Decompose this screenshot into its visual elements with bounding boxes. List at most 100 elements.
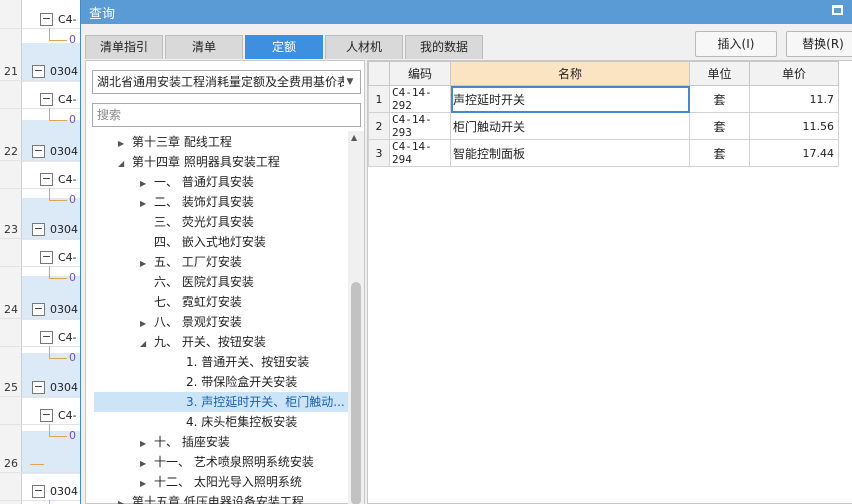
expand-arrow-icon[interactable]: ▶ (140, 254, 154, 274)
expand-arrow-icon[interactable]: ▶ (140, 194, 154, 214)
collapse-icon[interactable]: − (32, 381, 45, 394)
quota-library-select[interactable]: 湖北省通用安装工程消耗量定额及全费用基价表 ▼ (92, 70, 361, 94)
collapse-icon[interactable]: − (40, 93, 53, 106)
tab-quota[interactable]: 定额 (245, 35, 323, 59)
code-column-header[interactable]: 编码 (389, 61, 451, 86)
code-cell[interactable]: C4-14-292 (389, 85, 451, 113)
expand-arrow-icon[interactable]: ▶ (118, 494, 132, 504)
tab-my-data[interactable]: 我的数据 (405, 35, 483, 59)
tree-node[interactable]: 七、 霓虹灯安装 (140, 292, 242, 312)
collapse-icon[interactable]: − (40, 331, 53, 344)
tree-node[interactable]: ▶ 十二、 太阳光导入照明系统 (140, 472, 302, 492)
tree-node[interactable]: 1. 普通开关、按钮安装 (172, 352, 309, 372)
tree-node[interactable]: ◢ 第十四章 照明器具安装工程 (118, 152, 280, 172)
tree-scrollbar[interactable]: ▲ (348, 131, 364, 504)
collapse-icon[interactable]: − (40, 409, 53, 422)
collapse-icon[interactable]: − (32, 145, 45, 158)
tab-bill[interactable]: 清单 (165, 35, 243, 59)
scroll-up-icon[interactable]: ▲ (351, 133, 357, 142)
tree-node[interactable]: 四、 嵌入式地灯安装 (140, 232, 266, 252)
tree-node[interactable]: 六、 医院灯具安装 (140, 272, 254, 292)
collapse-icon[interactable]: − (32, 65, 45, 78)
name-cell[interactable]: 声控延时开关 (450, 85, 690, 113)
name-cell[interactable]: 智能控制面板 (450, 139, 690, 167)
collapse-icon[interactable]: − (40, 13, 53, 26)
row-code: C4- (58, 409, 77, 422)
tree-node[interactable]: ▶ 第十三章 配线工程 (118, 132, 232, 152)
expand-arrow-icon[interactable]: ▶ (140, 434, 154, 454)
name-column-header[interactable]: 名称 (450, 61, 690, 86)
search-input[interactable] (92, 103, 361, 127)
row-code: 0304 (50, 381, 78, 394)
tree-node[interactable]: 4. 床头柜集控板安装 (172, 412, 297, 432)
tree-node[interactable]: ▶ 二、 装饰灯具安装 (140, 192, 254, 212)
name-cell[interactable]: 柜门触动开关 (450, 112, 690, 140)
unit-cell[interactable]: 套 (689, 85, 750, 113)
collapse-icon[interactable]: − (32, 485, 45, 498)
code-cell[interactable]: C4-14-293 (389, 112, 451, 140)
table-row[interactable]: 2 C4-14-293 柜门触动开关套 11.56 (368, 112, 839, 140)
expand-arrow-icon[interactable]: ▶ (140, 314, 154, 334)
price-cell[interactable]: 11.56 (749, 112, 839, 140)
row-code: C4- (58, 93, 77, 106)
row-code: C4- (58, 331, 77, 344)
price-cell[interactable]: 17.44 (749, 139, 839, 167)
row-sub-marker: 0 (69, 429, 76, 442)
tree-connector (49, 278, 67, 279)
tree-node[interactable]: ◢ 九、 开关、按钮安装 (140, 332, 266, 352)
replace-button[interactable]: 替换(R) (786, 31, 852, 57)
row-divider (0, 472, 80, 473)
unit-column-header[interactable]: 单位 (689, 61, 750, 86)
tree-node[interactable]: ▶ 十、 插座安装 (140, 432, 230, 452)
tree-node-label: 三、 荧光灯具安装 (154, 215, 254, 229)
price-cell[interactable]: 11.7 (749, 85, 839, 113)
collapse-icon[interactable]: − (32, 223, 45, 236)
row-number-header (368, 61, 390, 86)
chevron-down-icon[interactable]: ▼ (344, 71, 356, 93)
tree-connector (49, 358, 67, 359)
unit-cell[interactable]: 套 (689, 139, 750, 167)
expand-arrow-icon[interactable]: ▶ (140, 174, 154, 194)
tree-node[interactable]: ▶ 第十五章 低压电器设备安装工程 (118, 492, 304, 504)
table-row[interactable]: 3 C4-14-294 智能控制面板套 17.44 (368, 139, 839, 167)
quota-results-table: 编码 名称 单位 单价 1 C4-14-292 声控延时开关套 11.7 2 C4-14-… (367, 60, 852, 504)
scroll-thumb[interactable] (351, 282, 361, 504)
row-number: 22 (4, 145, 18, 158)
tree-node[interactable]: ▶ 五、 工厂灯安装 (140, 252, 242, 272)
collapse-icon[interactable]: − (40, 251, 53, 264)
tree-node[interactable]: ▶ 十一、 艺术喷泉照明系统安装 (140, 452, 314, 472)
row-sub-marker: 0 (69, 193, 76, 206)
tree-connector (49, 266, 50, 278)
code-cell[interactable]: C4-14-294 (389, 139, 451, 167)
collapse-icon[interactable]: − (40, 173, 53, 186)
tree-node-label: 四、 嵌入式地灯安装 (154, 235, 266, 249)
collapse-arrow-icon[interactable]: ◢ (118, 154, 132, 174)
tree-node[interactable]: 三、 荧光灯具安装 (140, 212, 254, 232)
tree-node[interactable]: 2. 带保险盒开关安装 (172, 372, 297, 392)
price-column-header[interactable]: 单价 (749, 61, 839, 86)
unit-cell[interactable]: 套 (689, 112, 750, 140)
tab-list-guide[interactable]: 清单指引 (85, 35, 163, 59)
row-number-cell[interactable]: 2 (368, 112, 390, 140)
row-number-cell[interactable]: 1 (368, 85, 390, 113)
tree-node[interactable]: 3. 声控延时开关、柜门触动... (94, 392, 348, 412)
expand-arrow-icon[interactable]: ▶ (140, 474, 154, 494)
maximize-icon[interactable] (832, 5, 843, 15)
tree-node-label: 4. 床头柜集控板安装 (186, 415, 298, 429)
collapse-icon[interactable]: − (32, 303, 45, 316)
tree-connector (49, 346, 50, 358)
collapse-arrow-icon[interactable]: ◢ (140, 334, 154, 354)
row-number-cell[interactable]: 3 (368, 139, 390, 167)
tree-node-label: 一、 普通灯具安装 (154, 175, 254, 189)
tree-node[interactable]: ▶ 一、 普通灯具安装 (140, 172, 254, 192)
background-spreadsheet: − C4- 0 21−0304− C4- 0 22−0304− C4- 0 23−0304− C4-… (0, 0, 80, 504)
row-sub-marker: 0 (69, 113, 76, 126)
insert-button[interactable]: 插入(I) (695, 31, 777, 57)
expand-arrow-icon[interactable]: ▶ (118, 134, 132, 154)
tree-connector (49, 436, 67, 437)
expand-arrow-icon[interactable]: ▶ (140, 454, 154, 474)
tree-node-label: 2. 带保险盒开关安装 (186, 375, 298, 389)
tree-node[interactable]: ▶ 八、 景观灯安装 (140, 312, 242, 332)
tab-labor-material-machine[interactable]: 人材机 (325, 35, 403, 59)
table-row[interactable]: 1 C4-14-292 声控延时开关套 11.7 (368, 85, 839, 113)
